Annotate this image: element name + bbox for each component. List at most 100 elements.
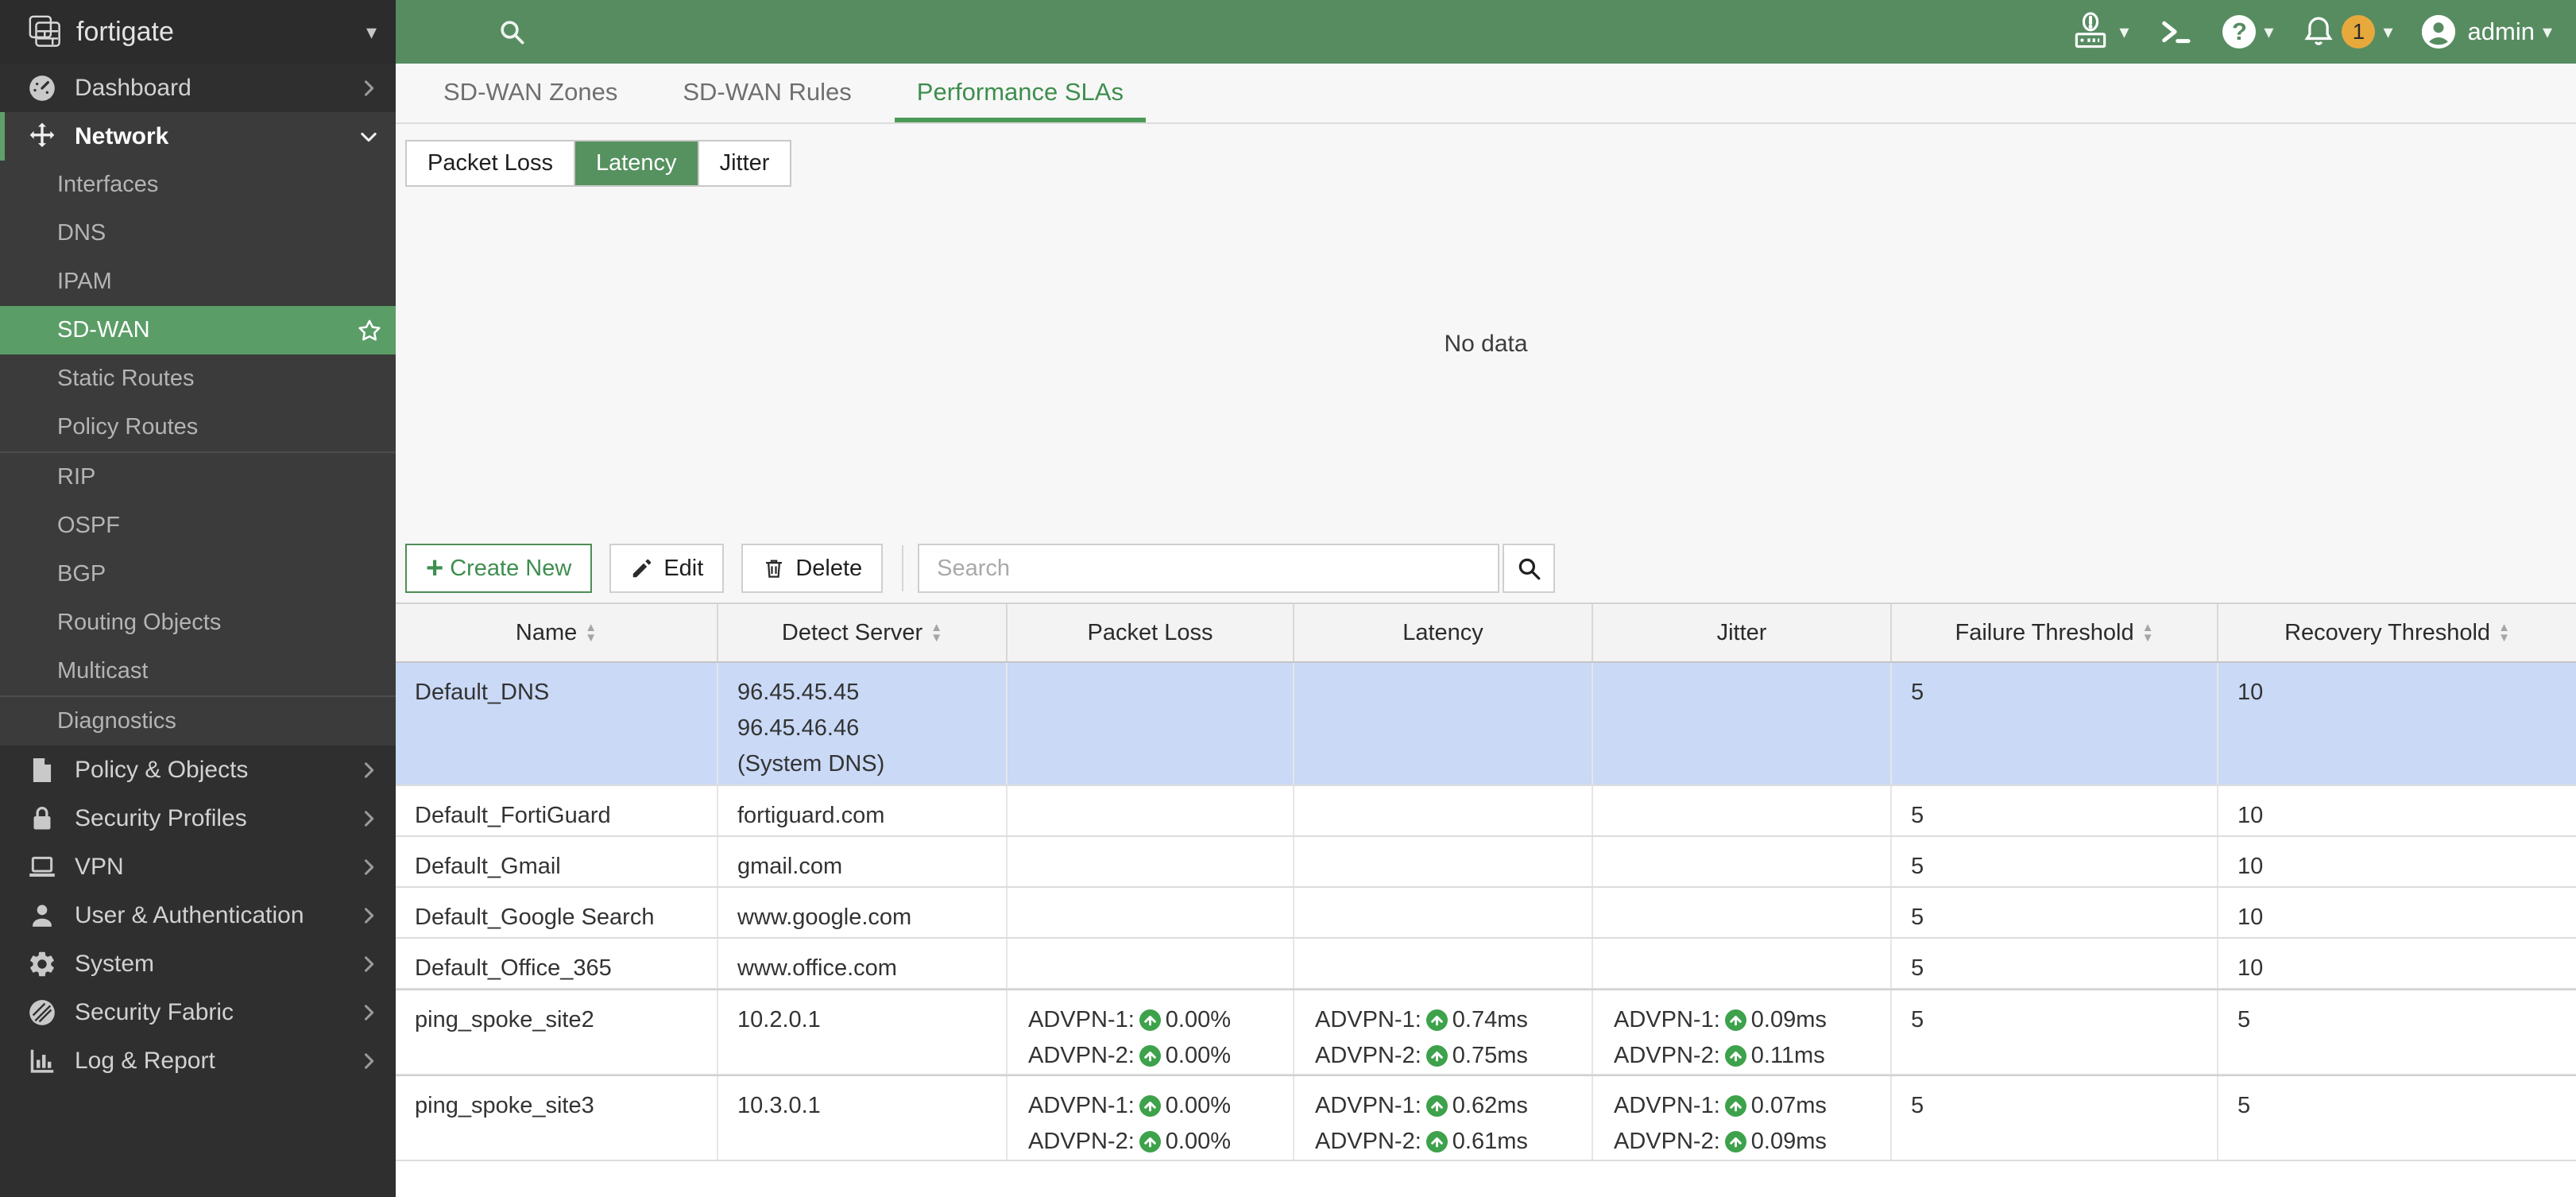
sidebar-item-label: SD-WAN <box>57 317 150 343</box>
sidebar-nav: DashboardNetworkInterfacesDNS IPAM SD-WAN S… <box>0 64 396 1197</box>
cell-detect-server: fortiguard.com <box>718 786 1008 835</box>
sidebar-item-log-report[interactable]: Log & Report <box>0 1036 396 1085</box>
menu-toggle-button[interactable] <box>396 0 458 64</box>
top-bar: fortigate ▾ ▾ <box>0 0 2576 64</box>
chevron-right-icon <box>358 808 380 830</box>
sidebar-item-user-authentication[interactable]: User & Authentication <box>0 891 396 939</box>
global-search-button[interactable] <box>496 0 528 64</box>
cli-console-button[interactable] <box>2156 12 2195 52</box>
device-status-menu[interactable]: ▾ <box>2070 11 2129 52</box>
cell-detect-server: 10.2.0.1 <box>718 990 1008 1074</box>
edit-button[interactable]: Edit <box>609 544 724 593</box>
cell-name: ping_spoke_site3 <box>396 1076 718 1160</box>
sidebar-item-ipam[interactable]: IPAM <box>0 258 396 306</box>
table-row-default-gmail[interactable]: Default_Gmailgmail.com510 <box>396 837 2576 888</box>
sidebar-item-network[interactable]: Network <box>0 112 396 161</box>
column-header-label: Name <box>516 620 577 646</box>
sidebar-item-routing-objects[interactable]: Routing Objects <box>0 598 396 647</box>
cell-latency <box>1294 663 1593 784</box>
column-header-latency[interactable]: Latency <box>1294 604 1593 661</box>
tab-performance-slas[interactable]: Performance SLAs <box>895 64 1146 122</box>
tab-sd-wan-rules[interactable]: SD-WAN Rules <box>660 64 873 122</box>
admin-avatar-icon <box>2420 14 2457 50</box>
tab-sd-wan-zones[interactable]: SD-WAN Zones <box>421 64 640 122</box>
column-header-failure-threshold[interactable]: Failure Threshold▲▼ <box>1892 604 2218 661</box>
table-row-default-fortiguard[interactable]: Default_FortiGuardfortiguard.com510 <box>396 786 2576 837</box>
search-submit-button[interactable] <box>1503 544 1555 593</box>
column-header-recovery-threshold[interactable]: Recovery Threshold▲▼ <box>2218 604 2576 661</box>
column-header-packet-loss[interactable]: Packet Loss <box>1008 604 1294 661</box>
chevron-right-icon <box>358 77 380 99</box>
sidebar-item-bgp[interactable]: BGP <box>0 550 396 598</box>
sidebar-item-label: Routing Objects <box>57 610 221 636</box>
notification-count-badge: 1 <box>2342 15 2375 48</box>
chart-icon <box>24 1046 60 1076</box>
sla-member-line: ADVPN-1:0.09ms <box>1614 1002 1886 1038</box>
cell-latency <box>1294 939 1593 988</box>
sidebar-item-rip[interactable]: RIP <box>0 453 396 502</box>
favorite-star-icon[interactable] <box>356 317 383 344</box>
column-header-jitter[interactable]: Jitter <box>1593 604 1892 661</box>
sidebar-item-label: VPN <box>75 854 124 881</box>
cell-packet_loss: ADVPN-1:0.00%ADVPN-2:0.00% <box>1008 990 1294 1074</box>
cell-recovery-threshold: 10 <box>2218 939 2576 988</box>
sidebar-item-label: Security Fabric <box>75 999 234 1026</box>
sidebar-item-ospf[interactable]: OSPF <box>0 502 396 550</box>
brand[interactable]: fortigate ▾ <box>0 0 396 64</box>
sort-arrows-icon: ▲▼ <box>2142 622 2154 643</box>
sidebar-item-security-profiles[interactable]: Security Profiles <box>0 794 396 843</box>
member-label: ADVPN-1: <box>1315 1002 1421 1038</box>
sla-member-line: ADVPN-1: 0.74ms <box>1315 1002 1587 1038</box>
table-row-ping-spoke-site2[interactable]: ping_spoke_site210.2.0.1ADVPN-1:0.00%ADV… <box>396 990 2576 1075</box>
notifications-menu[interactable]: 1 ▾ <box>2300 14 2392 50</box>
sla-member-line: ADVPN-1:0.07ms <box>1614 1088 1886 1124</box>
sla-member-line: ADVPN-2:0.61ms <box>1315 1124 1587 1160</box>
cell-recovery-threshold: 5 <box>2218 990 2576 1074</box>
search-input[interactable] <box>918 544 1499 593</box>
member-label: ADVPN-2: <box>1614 1038 1720 1074</box>
table-row-default-google-search[interactable]: Default_Google Searchwww.google.com510 <box>396 888 2576 939</box>
sidebar-item-multicast[interactable]: Multicast <box>0 647 396 695</box>
brand-caret-icon[interactable]: ▾ <box>366 20 377 45</box>
chart-no-data-text: No data <box>396 331 2576 358</box>
sidebar-item-label: IPAM <box>57 269 112 295</box>
help-menu[interactable]: ? ▾ <box>2222 15 2273 48</box>
table-row-ping-spoke-site3[interactable]: ping_spoke_site310.3.0.1ADVPN-1:0.00%ADV… <box>396 1075 2576 1161</box>
sidebar-item-policy-objects[interactable]: Policy & Objects <box>0 746 396 794</box>
cell-detect-server: 10.3.0.1 <box>718 1076 1008 1160</box>
column-header-detect-server[interactable]: Detect Server▲▼ <box>718 604 1008 661</box>
sidebar-item-sd-wan[interactable]: SD-WAN <box>0 306 396 354</box>
table-row-default-office-365[interactable]: Default_Office_365www.office.com510 <box>396 939 2576 990</box>
member-value: 0.75ms <box>1452 1038 1528 1074</box>
create-new-button[interactable]: + Create New <box>405 544 592 593</box>
subtab-jitter[interactable]: Jitter <box>699 141 791 185</box>
subtab-latency[interactable]: Latency <box>575 141 699 185</box>
delete-button[interactable]: Delete <box>741 544 883 593</box>
cell-name: Default_FortiGuard <box>396 786 718 835</box>
member-value: 0.74ms <box>1452 1002 1528 1038</box>
cell-jitter <box>1593 939 1892 988</box>
member-label: ADVPN-1: <box>1028 1002 1135 1038</box>
sidebar-item-dns[interactable]: DNS <box>0 209 396 258</box>
table-row-default-dns[interactable]: Default_DNS96.45.45.4596.45.46.46(System… <box>396 663 2576 786</box>
doc-icon <box>24 755 60 785</box>
cell-detect-server: 96.45.45.4596.45.46.46(System DNS) <box>718 663 1008 784</box>
sidebar-item-label: BGP <box>57 561 106 587</box>
chevron-right-icon <box>358 1001 380 1024</box>
sla-member-line: ADVPN-2:0.09ms <box>1614 1124 1886 1160</box>
subtab-packet-loss[interactable]: Packet Loss <box>407 141 575 185</box>
column-header-name[interactable]: Name▲▼ <box>396 604 718 661</box>
sidebar-item-policy-routes[interactable]: Policy Routes <box>0 403 396 451</box>
detect-server-line: www.office.com <box>737 951 1001 986</box>
sidebar-item-static-routes[interactable]: Static Routes <box>0 354 396 403</box>
cell-packet_loss <box>1008 837 1294 886</box>
cell-name: ping_spoke_site2 <box>396 990 718 1074</box>
sidebar-item-security-fabric[interactable]: Security Fabric <box>0 988 396 1036</box>
admin-menu[interactable]: admin ▾ <box>2420 14 2552 50</box>
sla-member-line: ADVPN-2:0.00% <box>1028 1124 1288 1160</box>
sidebar-item-interfaces[interactable]: Interfaces <box>0 161 396 209</box>
sidebar-item-vpn[interactable]: VPN <box>0 843 396 891</box>
sidebar-item-system[interactable]: System <box>0 939 396 988</box>
sidebar-item-dashboard[interactable]: Dashboard <box>0 64 396 112</box>
sidebar-item-diagnostics[interactable]: Diagnostics <box>0 697 396 746</box>
